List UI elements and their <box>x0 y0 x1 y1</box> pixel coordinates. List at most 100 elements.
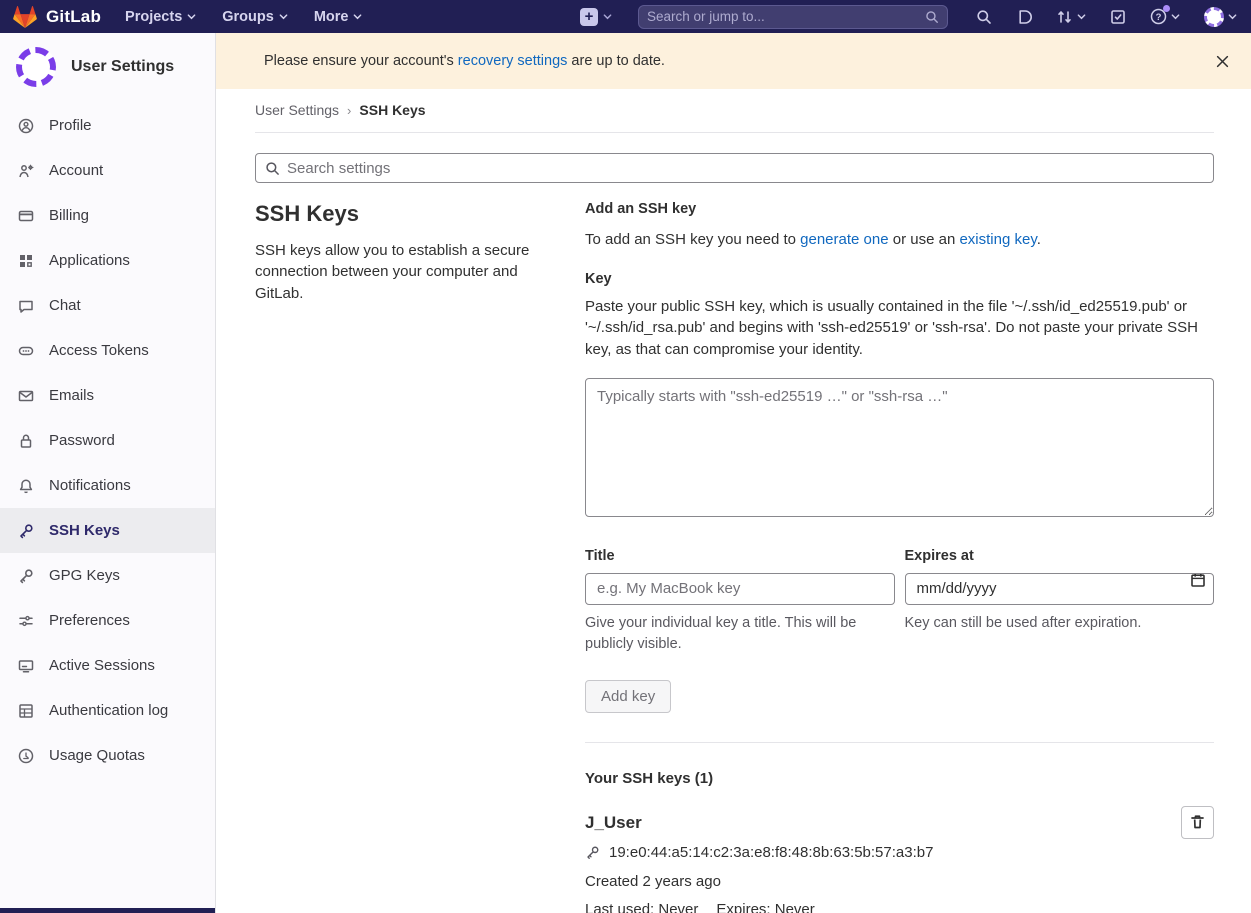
sidebar-item-label: Emails <box>49 387 94 404</box>
global-search-box[interactable] <box>638 5 948 29</box>
brand-name: GitLab <box>46 7 101 27</box>
settings-search-input[interactable] <box>287 160 1204 177</box>
nav-groups-label: Groups <box>222 9 274 25</box>
password-icon <box>18 433 34 449</box>
sidebar-item-authentication-log[interactable]: Authentication log <box>0 688 215 733</box>
sidebar-item-gpg-keys[interactable]: GPG Keys <box>0 553 215 598</box>
sidebar-item-ssh-keys[interactable]: SSH Keys <box>0 508 215 553</box>
notification-dot <box>1163 5 1170 12</box>
chevron-down-icon <box>353 12 362 21</box>
title-label: Title <box>585 548 895 564</box>
recovery-settings-alert: Please ensure your account's recovery se… <box>216 33 1251 89</box>
top-navbar: GitLab Projects Groups More + <box>0 0 1251 33</box>
sidebar-item-label: Access Tokens <box>49 342 149 359</box>
key-help-text: Paste your public SSH key, which is usua… <box>585 296 1214 360</box>
profile-icon <box>18 118 34 134</box>
user-menu-dropdown[interactable] <box>1204 7 1237 27</box>
ssh-key-textarea[interactable] <box>585 378 1214 517</box>
calendar-icon[interactable] <box>1191 573 1205 587</box>
sidebar-item-label: SSH Keys <box>49 522 120 539</box>
emails-icon <box>18 388 34 404</box>
add-key-button[interactable]: Add key <box>585 680 671 713</box>
gitlab-tanuki-logo-icon <box>12 5 38 29</box>
sidebar-item-billing[interactable]: Billing <box>0 193 215 238</box>
sidebar-item-usage-quotas[interactable]: Usage Quotas <box>0 733 215 778</box>
authentication-log-icon <box>18 703 34 719</box>
nav-projects[interactable]: Projects <box>125 9 196 25</box>
sidebar-item-account[interactable]: Account <box>0 148 215 193</box>
recovery-settings-link[interactable]: recovery settings <box>458 53 568 69</box>
todos-button[interactable] <box>1110 9 1126 25</box>
settings-search-box[interactable] <box>255 153 1214 183</box>
search-icon <box>925 10 939 24</box>
plus-icon: + <box>580 8 598 26</box>
sidebar-item-label: Applications <box>49 252 130 269</box>
help-dropdown[interactable]: ? <box>1150 8 1180 25</box>
add-key-intro: To add an SSH key you need to generate o… <box>585 231 1214 248</box>
sidebar-item-label: Preferences <box>49 612 130 629</box>
sidebar-item-label: Chat <box>49 297 81 314</box>
usage-quotas-icon <box>18 748 34 764</box>
ssh-key-last-used: Last used: Never <box>585 901 698 913</box>
settings-sidebar: User Settings Profile Account Billing Ap… <box>0 33 216 913</box>
expires-at-input[interactable] <box>905 573 1215 605</box>
breadcrumb-ssh-keys: SSH Keys <box>359 102 425 118</box>
gpg-keys-icon <box>18 568 34 584</box>
sidebar-item-label: Billing <box>49 207 89 224</box>
sidebar-item-profile[interactable]: Profile <box>0 103 215 148</box>
sidebar-item-emails[interactable]: Emails <box>0 373 215 418</box>
add-ssh-key-heading: Add an SSH key <box>585 201 1214 217</box>
new-item-dropdown[interactable]: + <box>580 8 612 26</box>
breadcrumb-user-settings[interactable]: User Settings <box>255 102 339 118</box>
active-sessions-icon <box>18 658 34 674</box>
section-divider <box>585 742 1214 743</box>
search-icon <box>976 9 992 25</box>
chevron-down-icon <box>1077 12 1086 21</box>
title-help-text: Give your individual key a title. This w… <box>585 613 895 655</box>
ssh-key-form-column: Add an SSH key To add an SSH key you nee… <box>585 201 1214 913</box>
sidebar-item-password[interactable]: Password <box>0 418 215 463</box>
chevron-down-icon <box>187 12 196 21</box>
generate-one-link[interactable]: generate one <box>800 231 888 248</box>
alert-dismiss-button[interactable] <box>1212 51 1233 72</box>
key-icon <box>585 845 600 860</box>
sidebar-item-active-sessions[interactable]: Active Sessions <box>0 643 215 688</box>
ssh-key-created: Created 2 years ago <box>585 873 1154 890</box>
intro-text: To add an SSH key you need to <box>585 231 800 248</box>
applications-icon <box>18 253 34 269</box>
sidebar-item-label: Authentication log <box>49 702 168 719</box>
sidebar-item-preferences[interactable]: Preferences <box>0 598 215 643</box>
search-icon <box>265 161 280 176</box>
nav-more[interactable]: More <box>314 9 363 25</box>
title-input[interactable] <box>585 573 895 605</box>
breadcrumb: User Settings › SSH Keys <box>255 89 1214 133</box>
chevron-down-icon <box>603 12 612 21</box>
sidebar-item-access-tokens[interactable]: Access Tokens <box>0 328 215 373</box>
nav-groups[interactable]: Groups <box>222 9 288 25</box>
merge-request-icon <box>1056 9 1073 25</box>
gitlab-home-link[interactable]: GitLab <box>12 5 101 29</box>
sidebar-bottom-strip <box>0 908 215 913</box>
chevron-down-icon <box>1228 12 1237 21</box>
account-icon <box>18 163 34 179</box>
global-search-input[interactable] <box>647 9 925 24</box>
delete-key-button[interactable] <box>1181 806 1214 839</box>
sidebar-item-notifications[interactable]: Notifications <box>0 463 215 508</box>
sidebar-item-applications[interactable]: Applications <box>0 238 215 283</box>
issues-icon <box>1016 9 1032 25</box>
sidebar-item-label: GPG Keys <box>49 567 120 584</box>
close-icon <box>1216 55 1229 68</box>
merge-requests-dropdown[interactable] <box>1056 9 1086 25</box>
issues-button[interactable] <box>1016 9 1032 25</box>
ssh-keys-icon <box>18 523 34 539</box>
search-button[interactable] <box>976 9 992 25</box>
sidebar-header: User Settings <box>0 33 215 103</box>
ssh-key-title[interactable]: J_User <box>585 813 1154 833</box>
alert-text: are up to date. <box>567 53 665 69</box>
sidebar-item-chat[interactable]: Chat <box>0 283 215 328</box>
existing-key-link[interactable]: existing key <box>959 231 1036 248</box>
avatar <box>16 47 56 87</box>
preferences-icon <box>18 613 34 629</box>
nav-projects-label: Projects <box>125 9 182 25</box>
intro-text: or use an <box>889 231 960 248</box>
